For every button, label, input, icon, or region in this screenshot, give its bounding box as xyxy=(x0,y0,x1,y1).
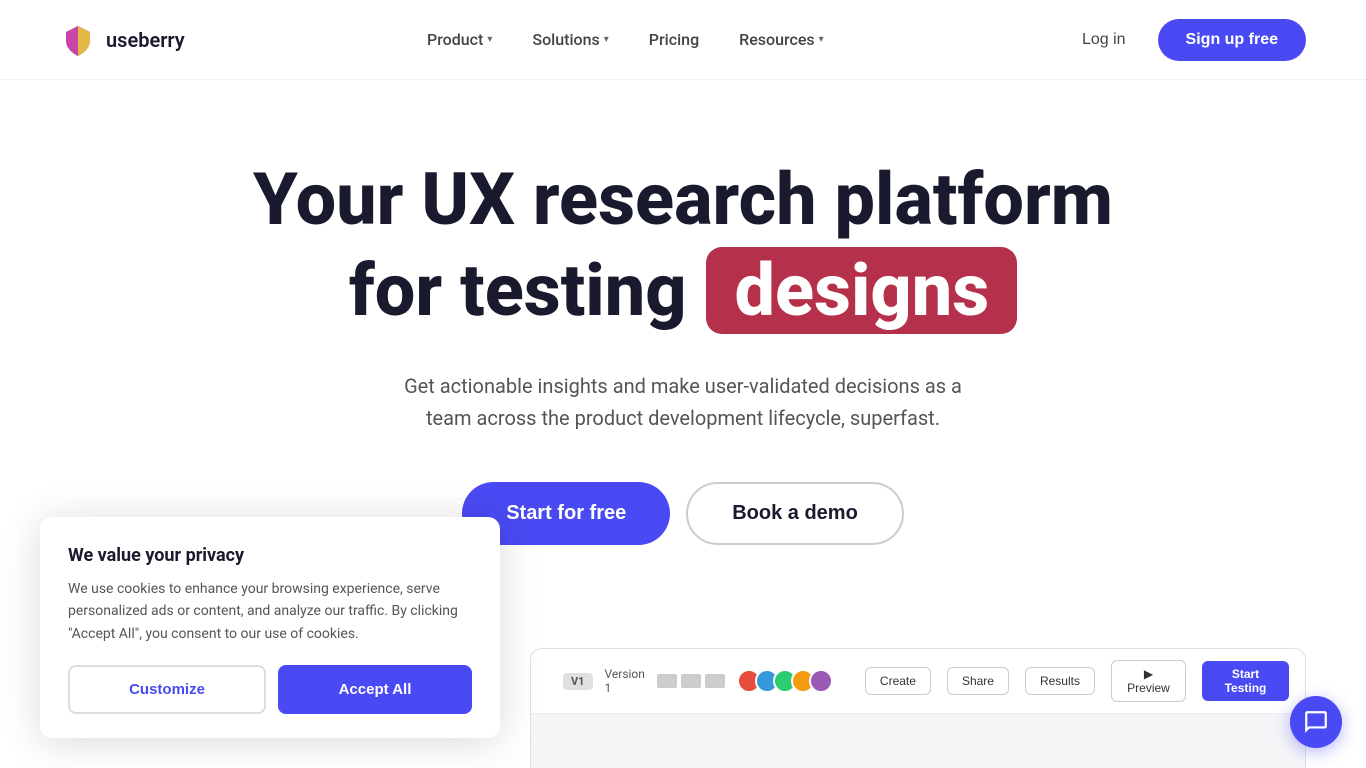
flag-icon xyxy=(657,674,677,688)
hero-line1: Your UX research platform xyxy=(253,157,1113,242)
user-avatars xyxy=(737,669,833,693)
nav-label-resources: Resources xyxy=(739,30,815,49)
cookie-body: We use cookies to enhance your browsing … xyxy=(68,578,472,645)
nav-item-pricing[interactable]: Pricing xyxy=(633,22,715,57)
nav-item-product[interactable]: Product ▾ xyxy=(411,22,508,57)
hero-subtitle: Get actionable insights and make user-va… xyxy=(383,370,983,434)
hero-line2: for testing designs xyxy=(253,247,1113,334)
nav-label-pricing: Pricing xyxy=(649,30,699,49)
logo[interactable]: useberry xyxy=(60,22,185,58)
app-toolbar: V1 Version 1 Create Share Results ▶ Prev… xyxy=(531,649,1305,714)
start-testing-button[interactable]: Start Testing xyxy=(1202,661,1289,701)
avatar xyxy=(809,669,833,693)
cookie-buttons: Customize Accept All xyxy=(68,665,472,714)
chat-button[interactable] xyxy=(1290,696,1342,748)
preview-button[interactable]: ▶ Preview xyxy=(1111,660,1186,702)
hero-section: Your UX research platform for testing de… xyxy=(0,80,1366,545)
chevron-down-icon: ▾ xyxy=(819,34,824,45)
results-button[interactable]: Results xyxy=(1025,667,1095,695)
chat-icon xyxy=(1303,709,1329,735)
login-button[interactable]: Log in xyxy=(1066,23,1142,57)
flag-icon xyxy=(705,674,725,688)
nav-actions: Log in Sign up free xyxy=(1066,19,1306,61)
share-button[interactable]: Share xyxy=(947,667,1009,695)
app-version-info: V1 Version 1 xyxy=(547,657,849,705)
book-demo-button[interactable]: Book a demo xyxy=(686,482,904,545)
signup-button[interactable]: Sign up free xyxy=(1158,19,1306,61)
hero-highlight: designs xyxy=(706,247,1017,334)
cookie-banner: We value your privacy We use cookies to … xyxy=(40,517,500,738)
nav-item-solutions[interactable]: Solutions ▾ xyxy=(516,22,624,57)
logo-icon xyxy=(60,22,96,58)
flag-icon xyxy=(681,674,701,688)
version-badge: V1 xyxy=(563,673,593,690)
chevron-down-icon: ▾ xyxy=(604,34,609,45)
chevron-down-icon: ▾ xyxy=(487,34,492,45)
create-button[interactable]: Create xyxy=(865,667,931,695)
accept-all-button[interactable]: Accept All xyxy=(278,665,472,714)
version-name: Version 1 xyxy=(605,667,645,695)
flag-icons xyxy=(657,674,725,688)
nav-label-product: Product xyxy=(427,30,483,49)
hero-buttons: Start for free Book a demo xyxy=(462,482,904,545)
app-preview: V1 Version 1 Create Share Results ▶ Prev… xyxy=(530,648,1306,768)
hero-prefix: for testing xyxy=(349,251,687,330)
brand-name: useberry xyxy=(106,28,185,52)
nav-item-resources[interactable]: Resources ▾ xyxy=(723,22,840,57)
nav-label-solutions: Solutions xyxy=(532,30,599,49)
cookie-title: We value your privacy xyxy=(68,545,472,566)
customize-button[interactable]: Customize xyxy=(68,665,266,714)
navbar: useberry Product ▾ Solutions ▾ Pricing R… xyxy=(0,0,1366,80)
hero-title: Your UX research platform for testing de… xyxy=(253,160,1113,334)
nav-links: Product ▾ Solutions ▾ Pricing Resources … xyxy=(411,22,840,57)
